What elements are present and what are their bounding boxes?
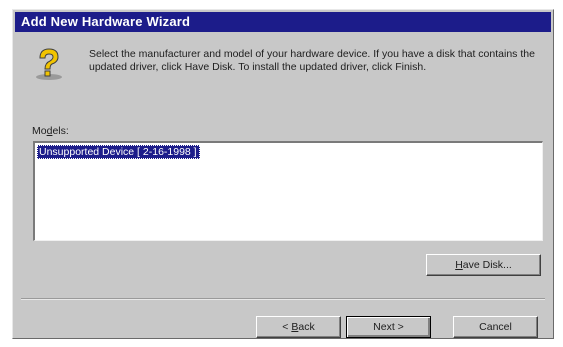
- back-button[interactable]: < Back: [256, 316, 341, 338]
- cancel-button[interactable]: Cancel: [453, 316, 538, 338]
- instructions-text: Select the manufacturer and model of you…: [89, 48, 535, 73]
- divider: [21, 298, 545, 300]
- models-label: Models:: [32, 125, 69, 137]
- models-listbox[interactable]: Unsupported Device [ 2-16-1998 ]: [33, 141, 543, 241]
- title-bar[interactable]: Add New Hardware Wizard: [15, 12, 551, 32]
- question-mark-icon: [31, 46, 67, 82]
- window-title: Add New Hardware Wizard: [21, 14, 191, 29]
- have-disk-button[interactable]: Have Disk...: [426, 254, 541, 276]
- wizard-window: Add New Hardware Wizard Select the manuf…: [12, 9, 554, 339]
- list-item[interactable]: Unsupported Device [ 2-16-1998 ]: [37, 145, 200, 159]
- next-button[interactable]: Next >: [346, 316, 431, 338]
